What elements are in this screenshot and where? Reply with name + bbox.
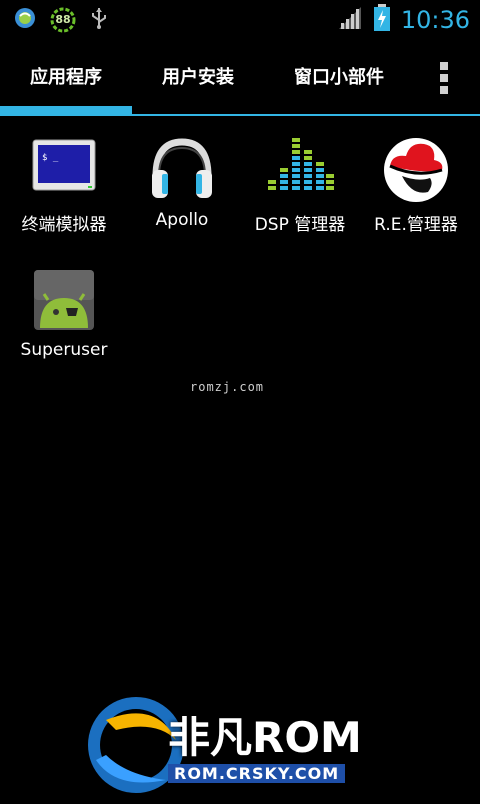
brand-logo: 非凡ROM ROM.CRSKY.COM — [76, 690, 436, 800]
watermark-text: romzj.com — [190, 380, 265, 394]
app-superuser[interactable]: Superuser — [4, 266, 124, 386]
signal-icon — [338, 5, 363, 35]
app-re-manager[interactable]: R.E.管理器 — [356, 136, 476, 256]
terminal-icon: $ _ — [30, 136, 98, 204]
app-label: R.E.管理器 — [374, 215, 458, 235]
headphones-icon — [148, 136, 216, 204]
clock: 10:36 — [400, 6, 470, 34]
app-label: Apollo — [155, 210, 209, 230]
tab-apps[interactable]: 应用程序 — [0, 40, 132, 112]
app-label: 终端模拟器 — [21, 215, 107, 235]
tab-user-installed[interactable]: 用户安装 — [132, 40, 264, 112]
tab-bar: 应用程序 用户安装 窗口小部件 — [0, 40, 480, 116]
usb-icon — [90, 6, 108, 34]
app-label: DSP 管理器 — [254, 215, 346, 235]
battery-charging-icon — [373, 4, 391, 36]
svg-text:$ _: $ _ — [42, 153, 59, 163]
app-dsp-manager[interactable]: DSP 管理器 — [240, 136, 360, 256]
battery-percent-icon: 88 — [50, 7, 76, 33]
overflow-menu-icon[interactable] — [440, 62, 448, 94]
logo-text-bottom: ROM.CRSKY.COM — [168, 764, 346, 783]
logo-text-top: 非凡ROM — [168, 713, 362, 762]
tab-widgets[interactable]: 窗口小部件 — [264, 40, 414, 112]
status-bar: 88 10:36 — [0, 0, 480, 38]
android-superuser-icon — [30, 266, 98, 334]
battery-percent-label: 88 — [55, 13, 71, 26]
tab-selected-indicator — [0, 106, 132, 114]
app-apollo[interactable]: Apollo — [122, 136, 242, 256]
app-notification-icon — [14, 7, 36, 33]
app-terminal-emulator[interactable]: $ _ 终端模拟器 — [4, 136, 124, 256]
equalizer-icon — [266, 136, 334, 204]
app-label: Superuser — [20, 340, 108, 360]
redhat-icon — [382, 136, 450, 204]
